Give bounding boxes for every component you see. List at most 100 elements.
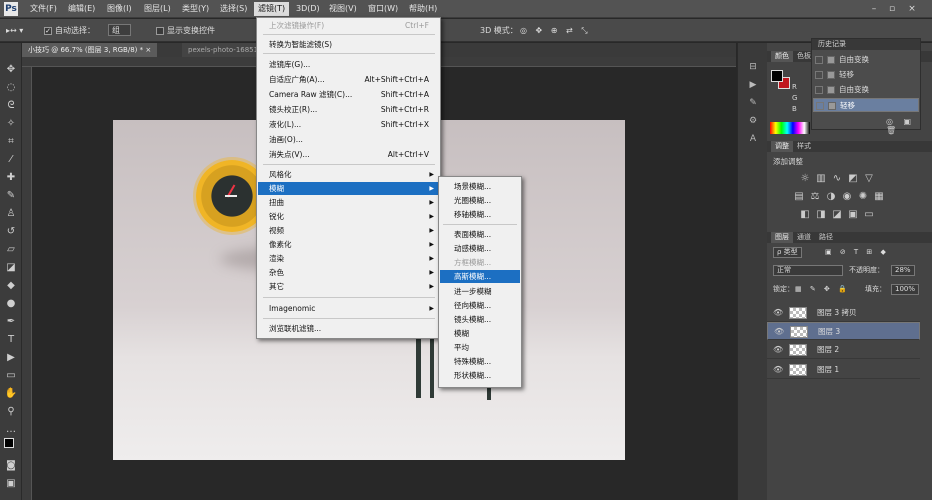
submenu-item-tilt-shift[interactable]: 移轴模糊...: [440, 208, 520, 221]
vibrance-icon[interactable]: ▽: [863, 173, 875, 185]
auto-select-checkbox[interactable]: 自动选择：: [44, 24, 95, 37]
submenu-item-gaussian-blur[interactable]: 高斯模糊...: [440, 270, 520, 283]
menu-item-stylize[interactable]: 风格化 ▶: [258, 168, 439, 181]
menu-item-browse-filters-online[interactable]: 浏览联机滤镜...: [258, 322, 439, 335]
submenu-item-smart-blur[interactable]: 特殊模糊...: [440, 355, 520, 368]
opacity-input[interactable]: 28%: [891, 265, 915, 276]
minimize-icon[interactable]: –: [867, 3, 881, 15]
foreground-color-swatch[interactable]: [771, 70, 783, 82]
dodge-tool-icon[interactable]: ●: [3, 297, 19, 311]
menu-item-lens-correction[interactable]: 镜头校正(R)... Shift+Ctrl+R: [258, 103, 439, 116]
color-balance-icon[interactable]: ⚖: [809, 191, 821, 203]
history-state-selected[interactable]: 轻移: [813, 98, 919, 112]
exposure-icon[interactable]: ◩: [847, 173, 859, 185]
black-white-icon[interactable]: ◑: [825, 191, 837, 203]
eyedropper-tool-icon[interactable]: ⁄: [3, 153, 19, 167]
properties-panel-icon[interactable]: ⚙: [746, 115, 760, 127]
menu-item-blur[interactable]: 模糊 ▶: [258, 182, 439, 195]
screen-mode-icon[interactable]: ▣: [3, 477, 19, 491]
menu-item-liquify[interactable]: 液化(L)... Shift+Ctrl+X: [258, 118, 439, 131]
submenu-item-radial-blur[interactable]: 径向模糊...: [440, 299, 520, 312]
threshold-icon[interactable]: ◪: [831, 209, 843, 221]
menu-item-noise[interactable]: 杂色 ▶: [258, 266, 439, 279]
restore-icon[interactable]: ▫: [885, 3, 899, 15]
move-tool-icon[interactable]: ▸↔ ▾: [6, 24, 23, 37]
posterize-icon[interactable]: ◨: [815, 209, 827, 221]
close-icon[interactable]: ×: [905, 3, 919, 15]
menu-item-last-filter[interactable]: 上次滤镜操作(F) Ctrl+F: [258, 19, 439, 32]
history-panel-icon[interactable]: ⊟: [746, 61, 760, 73]
document-tab-active[interactable]: 小技巧 @ 66.7% (图层 3, RGB/8) * ×: [22, 43, 158, 57]
submenu-item-field-blur[interactable]: 场景模糊...: [440, 180, 520, 193]
path-selection-tool-icon[interactable]: ▶: [3, 351, 19, 365]
menu-view[interactable]: 视图(V): [325, 2, 361, 16]
actions-panel-icon[interactable]: ▶: [746, 79, 760, 91]
healing-brush-tool-icon[interactable]: ✚: [3, 171, 19, 185]
history-state[interactable]: 自由变换: [813, 83, 919, 97]
marquee-tool-icon[interactable]: ◌: [3, 81, 19, 95]
magic-wand-tool-icon[interactable]: ✧: [3, 117, 19, 131]
tab-color[interactable]: 颜色: [771, 51, 793, 62]
menu-item-convert-smart-filter[interactable]: 转换为智能滤镜(S): [258, 38, 439, 51]
layer-row[interactable]: 👁 图层 2: [767, 341, 920, 359]
menu-file[interactable]: 文件(F): [26, 2, 61, 16]
quick-mask-icon[interactable]: ◙: [3, 459, 19, 473]
tab-adjustments[interactable]: 调整: [771, 141, 793, 152]
menu-item-imagenomic[interactable]: Imagenomic ▶: [258, 302, 439, 315]
menu-item-oil-paint[interactable]: 油画(O)...: [258, 133, 439, 146]
menu-window[interactable]: 窗口(W): [364, 2, 402, 16]
history-state[interactable]: 自由变换: [813, 53, 919, 67]
menu-item-camera-raw[interactable]: Camera Raw 滤镜(C)... Shift+Ctrl+A: [258, 88, 439, 101]
menu-3d[interactable]: 3D(D): [292, 2, 324, 16]
invert-icon[interactable]: ◧: [799, 209, 811, 221]
history-brush-tool-icon[interactable]: ↺: [3, 225, 19, 239]
brightness-icon[interactable]: ☼: [799, 173, 811, 185]
channel-mixer-icon[interactable]: ✺: [857, 191, 869, 203]
paint-bucket-tool-icon[interactable]: ◪: [3, 261, 19, 275]
menu-item-sharpen[interactable]: 锐化 ▶: [258, 210, 439, 223]
toolbar-foreground-swatch[interactable]: [4, 438, 14, 448]
submenu-item-shape-blur[interactable]: 形状模糊...: [440, 369, 520, 382]
eye-icon[interactable]: 👁: [774, 323, 784, 341]
eye-icon[interactable]: 👁: [773, 304, 783, 322]
crop-tool-icon[interactable]: ⌗: [3, 135, 19, 149]
submenu-item-box-blur[interactable]: 方框模糊...: [440, 256, 520, 269]
submenu-item-average[interactable]: 平均: [440, 341, 520, 354]
tab-channels[interactable]: 通道: [793, 232, 815, 243]
tab-layers[interactable]: 图层: [771, 232, 793, 243]
submenu-item-iris-blur[interactable]: 光圈模糊...: [440, 194, 520, 207]
history-actions-icons[interactable]: ◎ ▣ 🗑: [886, 117, 920, 135]
menu-item-other[interactable]: 其它 ▶: [258, 280, 439, 293]
submenu-item-motion-blur[interactable]: 动感模糊...: [440, 242, 520, 255]
tab-paths[interactable]: 路径: [815, 232, 837, 243]
blend-mode-select[interactable]: 正常: [773, 265, 843, 276]
menu-filter[interactable]: 滤镜(T): [254, 2, 290, 16]
type-tool-icon[interactable]: T: [3, 333, 19, 347]
layer-row[interactable]: 👁 图层 3 拷贝: [767, 304, 920, 322]
levels-icon[interactable]: ▥: [815, 173, 827, 185]
history-state[interactable]: 轻移: [813, 68, 919, 82]
curves-icon[interactable]: ∿: [831, 173, 843, 185]
pen-tool-icon[interactable]: ✒: [3, 315, 19, 329]
fill-input[interactable]: 100%: [891, 284, 920, 295]
eye-icon[interactable]: 👁: [773, 361, 783, 379]
layer-row-selected[interactable]: 👁 图层 3: [767, 322, 920, 340]
submenu-item-blur[interactable]: 模糊: [440, 327, 520, 340]
menu-select[interactable]: 选择(S): [216, 2, 251, 16]
history-checkbox[interactable]: [816, 102, 824, 110]
hue-saturation-icon[interactable]: ▤: [793, 191, 805, 203]
menu-help[interactable]: 帮助(H): [405, 2, 441, 16]
tab-styles[interactable]: 样式: [793, 141, 815, 152]
menu-item-pixelate[interactable]: 像素化 ▶: [258, 238, 439, 251]
eye-icon[interactable]: 👁: [773, 341, 783, 359]
brush-panel-icon[interactable]: ✎: [746, 97, 760, 109]
3d-mode-icons[interactable]: ◎ ✥ ⊕ ⇄ ⤡: [520, 24, 591, 37]
rectangle-tool-icon[interactable]: ▭: [3, 369, 19, 383]
history-checkbox[interactable]: [815, 56, 823, 64]
menu-item-vanishing-point[interactable]: 消失点(V)... Alt+Ctrl+V: [258, 148, 439, 161]
menu-edit[interactable]: 编辑(E): [64, 2, 99, 16]
clone-stamp-tool-icon[interactable]: ♙: [3, 207, 19, 221]
menu-item-render[interactable]: 渲染 ▶: [258, 252, 439, 265]
hand-tool-icon[interactable]: ✋: [3, 387, 19, 401]
history-checkbox[interactable]: [815, 71, 823, 79]
